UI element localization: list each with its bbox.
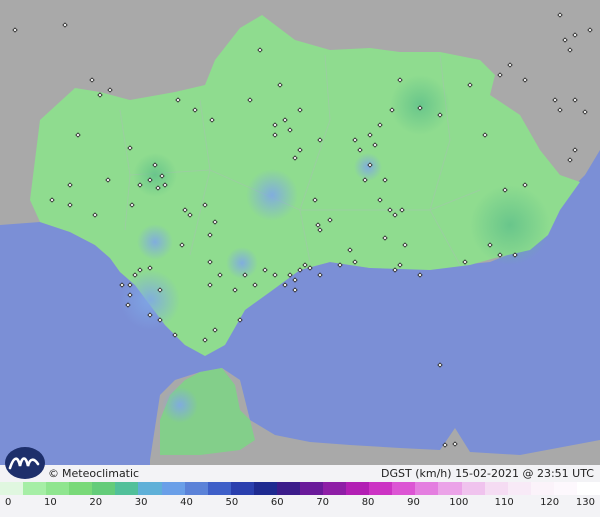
color-scale-segment: [300, 482, 324, 495]
brand: © Meteoclimatic: [0, 467, 139, 480]
color-scale-tick: 130: [575, 497, 595, 508]
color-scale-segment: [346, 482, 370, 495]
color-scale-tick: 90: [407, 497, 420, 508]
color-scale-segment: [276, 482, 301, 495]
color-scale-segment: [69, 482, 93, 495]
color-scale-segment: [484, 482, 508, 495]
color-scale-segment: [438, 482, 462, 495]
color-scale-segment: [92, 482, 116, 495]
color-scale-ticks: 0 10 20 30 40 50 60 70 80 90 100 110 120 130: [0, 497, 600, 511]
color-scale-tick: 120: [540, 497, 560, 508]
color-scale-tick: 110: [494, 497, 514, 508]
color-scale-tick: 70: [316, 497, 330, 508]
color-scale-tick: 100: [449, 497, 469, 508]
color-scale-tick: 80: [361, 497, 375, 508]
brand-name: Meteoclimatic: [62, 467, 140, 480]
color-scale-tick: 40: [180, 497, 193, 508]
datetime-label: 15-02-2021 @ 23:51 UTC: [455, 467, 594, 480]
color-scale-segment: [392, 482, 416, 495]
color-scale-segment: [369, 482, 393, 495]
color-scale-segment: [253, 482, 277, 495]
color-scale-segment: [184, 482, 208, 495]
color-scale-segment: [115, 482, 139, 495]
color-scale-tick: 60: [270, 497, 284, 508]
color-scale-segment: [138, 482, 162, 495]
color-scale-segment: [230, 482, 254, 495]
color-scale-segment: [161, 482, 185, 495]
color-scale-segment: [0, 482, 24, 495]
color-scale-segment: [207, 482, 231, 495]
color-scale-segment: [46, 482, 70, 495]
variable-label: DGST (km/h): [381, 467, 452, 480]
color-scale-segment: [576, 482, 600, 495]
color-scale-segment: [530, 482, 554, 495]
color-scale-segment: [461, 482, 485, 495]
color-scale-tick: 30: [134, 497, 148, 508]
color-scale-tick: 10: [44, 497, 57, 508]
color-scale-segment: [23, 482, 47, 495]
color-scale-tick: 0: [5, 497, 12, 508]
color-scale-segment: [415, 482, 439, 495]
copyright-symbol: ©: [48, 467, 59, 480]
map-stamp: DGST (km/h) 15-02-2021 @ 23:51 UTC: [381, 467, 600, 480]
color-scale-segment: [507, 482, 531, 495]
color-scale-segment: [323, 482, 347, 495]
color-scale-tick: 20: [89, 497, 103, 508]
color-scale-tick: 50: [225, 497, 239, 508]
wind-gust-map: [0, 0, 600, 517]
color-scale-bar: [0, 482, 600, 495]
color-scale-segment: [553, 482, 577, 495]
info-bar: © Meteoclimatic DGST (km/h) 15-02-2021 @…: [0, 465, 600, 482]
